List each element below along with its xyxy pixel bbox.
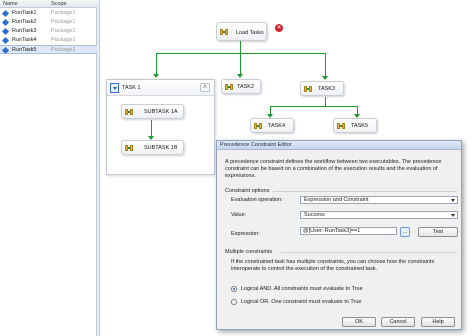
collapse-icon[interactable]: ˄ — [200, 83, 210, 92]
execute-task-icon — [220, 28, 229, 36]
chevron-down-icon — [451, 199, 455, 202]
connector-line — [270, 106, 358, 107]
task-label: TASK3 — [318, 86, 336, 92]
task-label: TASK5 — [351, 123, 369, 129]
connector-line — [156, 53, 326, 54]
execute-task-icon — [304, 85, 313, 93]
connector-line — [240, 40, 241, 53]
connector-arrow — [322, 76, 328, 80]
sequence-container-icon — [110, 83, 119, 93]
precedence-constraint-dialog: Precedence Constraint Editor A precedenc… — [216, 140, 462, 330]
column-header-scope[interactable]: Scope — [51, 1, 67, 7]
value-select[interactable]: Success — [300, 211, 458, 219]
expression-label: Expression: — [231, 231, 260, 237]
evaluation-operation-select[interactable]: Expression and Constraint — [300, 196, 458, 204]
variable-row[interactable]: RunTask2 Package1 — [0, 18, 97, 27]
task-task5[interactable]: TASK5 — [333, 118, 377, 133]
variables-pane: Name Scope RunTask1 Package1 RunTask2 Pa… — [0, 0, 97, 336]
variable-name: RunTask5 — [12, 47, 37, 53]
variables-header: Name Scope — [0, 0, 97, 8]
connector-line — [325, 97, 326, 106]
logical-and-label[interactable]: Logical AND. All constraints must evalua… — [241, 286, 363, 292]
logical-or-label[interactable]: Logical OR. One constraint must evaluate… — [241, 299, 361, 305]
variable-scope: Package1 — [51, 37, 76, 43]
variable-scope: Package1 — [51, 10, 76, 16]
logical-or-radio[interactable] — [231, 299, 237, 305]
multiple-constraints-label: Multiple constraints — [225, 249, 273, 255]
dialog-title: Precedence Constraint Editor — [220, 142, 292, 148]
connector-line — [151, 120, 152, 137]
help-button[interactable]: Help — [421, 317, 455, 327]
column-header-name[interactable]: Name — [3, 1, 18, 7]
dialog-titlebar[interactable]: Precedence Constraint Editor — [217, 141, 461, 150]
expression-input[interactable]: @[User::RunTask3]==1 — [300, 227, 397, 235]
variable-scope: Package1 — [51, 28, 76, 34]
multiple-constraints-description: If the constrained task has multiple con… — [231, 259, 435, 272]
ok-button[interactable]: OK — [342, 317, 376, 327]
variable-icon — [1, 9, 10, 18]
task-task4[interactable]: TASK4 — [250, 118, 294, 133]
connector-arrow — [153, 74, 159, 78]
execute-task-icon — [254, 122, 263, 130]
variable-icon — [1, 36, 10, 45]
variable-row-selected[interactable]: RunTask5 Package1 — [0, 45, 97, 55]
connector-line — [240, 53, 241, 75]
execute-task-icon — [125, 144, 134, 152]
execute-task-icon — [225, 83, 234, 91]
pane-splitter[interactable] — [97, 0, 100, 336]
task-label: SUBTASK 1B — [144, 145, 178, 151]
evaluation-operation-value: Expression and Constraint — [304, 197, 369, 203]
variable-scope: Package1 — [51, 19, 76, 25]
test-button[interactable]: Test — [418, 227, 458, 237]
group-divider — [281, 252, 457, 253]
group-divider — [273, 191, 457, 192]
variable-name: RunTask3 — [12, 28, 37, 34]
variable-name: RunTask1 — [12, 10, 37, 16]
connector-arrow — [237, 74, 243, 78]
variable-scope: Package1 — [51, 47, 76, 53]
container-header: TASK 1 ˄ — [107, 80, 214, 96]
constraint-options-label: Constraint options — [225, 188, 270, 194]
variable-row[interactable]: RunTask3 Package1 — [0, 27, 97, 36]
task-label: Load Tasks — [236, 30, 264, 36]
value-label: Value: — [231, 212, 247, 218]
task-subtask-1a[interactable]: SUBTASK 1A — [121, 104, 184, 119]
logical-and-radio[interactable] — [231, 286, 237, 292]
connector-line — [156, 53, 157, 75]
variable-name: RunTask2 — [12, 19, 37, 25]
error-icon: ✕ — [275, 24, 283, 32]
variable-row[interactable]: RunTask4 Package1 — [0, 36, 97, 45]
execute-task-icon — [337, 122, 346, 130]
expression-input-value: @[User::RunTask3]==1 — [303, 228, 361, 234]
task-label: TASK2 — [237, 84, 255, 90]
task-subtask-1b[interactable]: SUBTASK 1B — [121, 140, 184, 155]
task-load-tasks[interactable]: Load Tasks ✕ — [216, 22, 283, 41]
expression-builder-button[interactable]: ... — [400, 227, 410, 237]
task-task3[interactable]: TASK3 — [300, 81, 344, 96]
sequence-container-task1[interactable]: TASK 1 ˄ SUBTASK 1A SUBTASK 1B — [106, 79, 215, 175]
dialog-description: A precedence constraint defines the work… — [225, 159, 442, 179]
execute-task-icon — [125, 108, 134, 116]
container-title: TASK 1 — [122, 85, 141, 91]
value-select-value: Success — [304, 212, 325, 218]
variable-icon — [1, 46, 10, 55]
variable-row[interactable]: RunTask1 Package1 — [0, 9, 97, 18]
cancel-button[interactable]: Cancel — [381, 317, 415, 327]
variable-icon — [1, 27, 10, 36]
task-task2[interactable]: TASK2 — [221, 79, 261, 94]
variable-name: RunTask4 — [12, 37, 37, 43]
variable-icon — [1, 18, 10, 27]
connector-line — [325, 53, 326, 77]
task-label: SUBTASK 1A — [144, 109, 178, 115]
chevron-down-icon — [451, 214, 455, 217]
task-label: TASK4 — [268, 123, 286, 129]
evaluation-operation-label: Evaluation operation: — [231, 197, 283, 203]
